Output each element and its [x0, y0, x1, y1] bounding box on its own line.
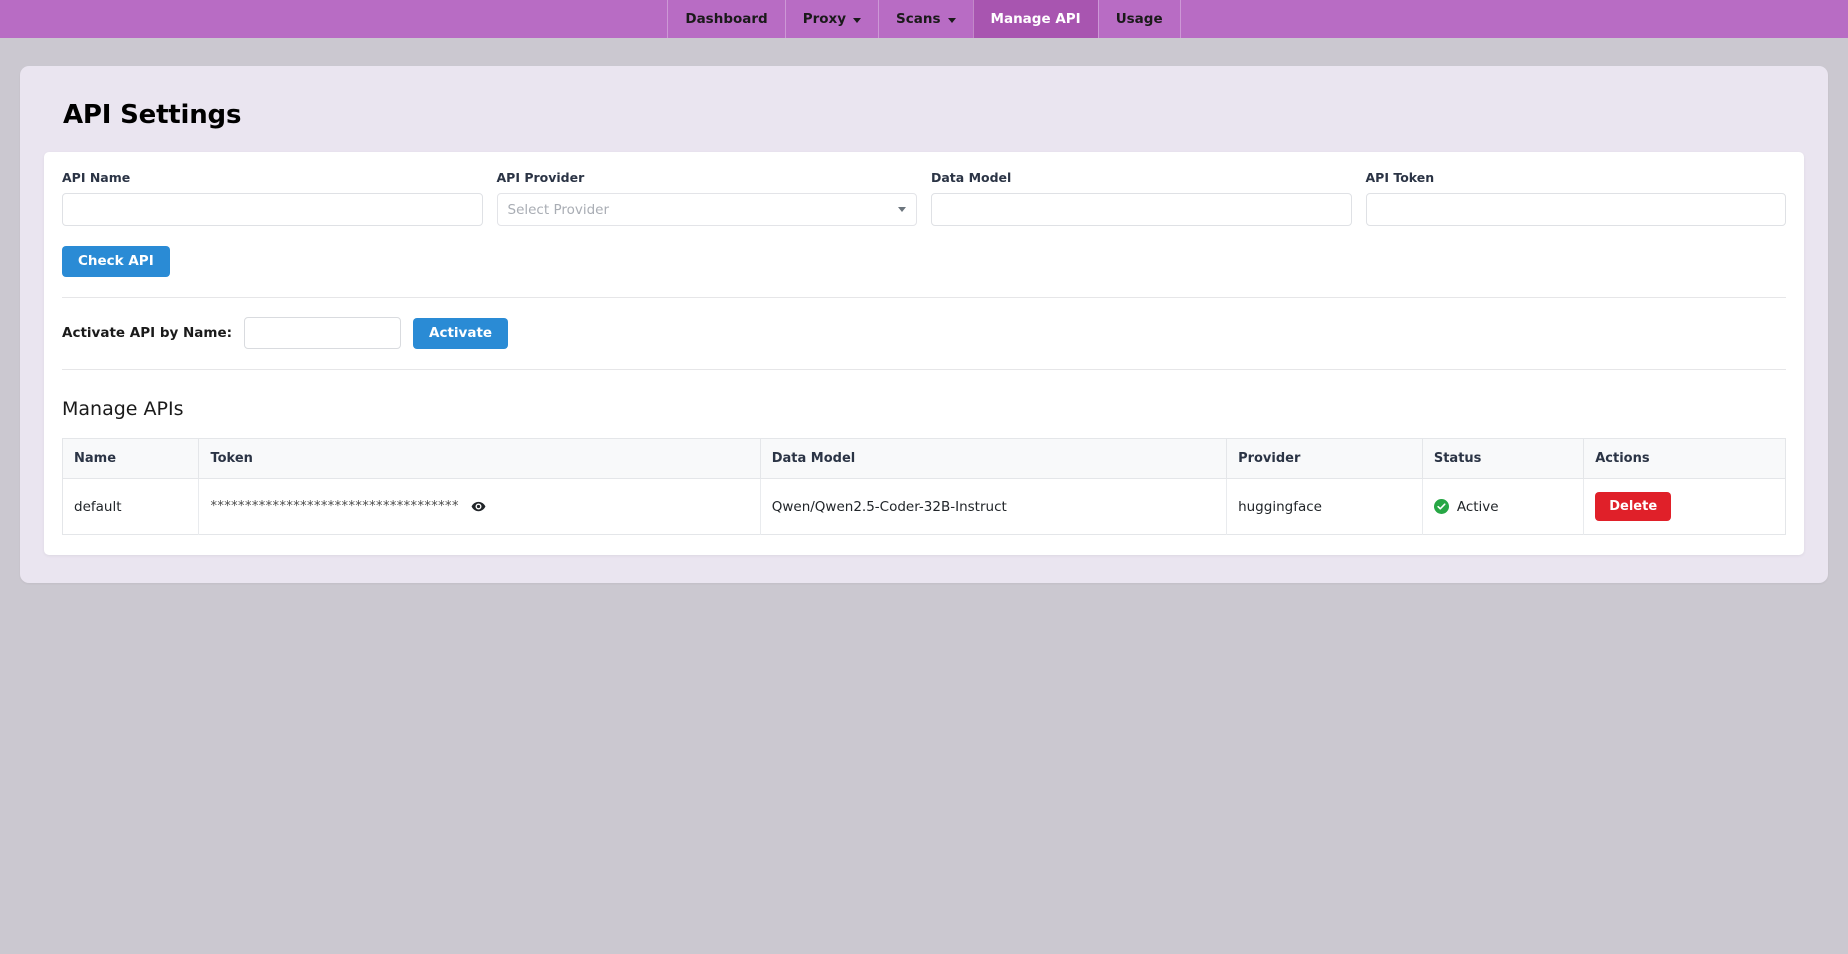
nav-label-scans: Scans	[896, 11, 941, 27]
api-provider-selected-value: Select Provider	[507, 201, 610, 218]
field-group-api-name: API Name	[62, 170, 483, 226]
label-api-provider: API Provider	[496, 170, 585, 185]
toggle-token-visibility-button[interactable]	[471, 499, 486, 514]
column-header-data-model: Data Model	[760, 438, 1228, 479]
cell-name: default	[62, 478, 200, 535]
api-settings-card: API Name API Provider Select Provider Da…	[44, 152, 1804, 555]
activate-api-name-input[interactable]	[244, 317, 402, 349]
nav-item-manage-api[interactable]: Manage API	[972, 0, 1098, 38]
main-navbar: Dashboard Proxy Scans Manage API Usage	[0, 0, 1848, 38]
column-header-token: Token	[198, 438, 761, 479]
nav-item-scans[interactable]: Scans	[878, 0, 972, 38]
check-api-row: Check API	[62, 226, 1786, 277]
cell-status: Active	[1422, 478, 1585, 535]
chevron-down-icon	[947, 17, 956, 23]
api-token-input[interactable]	[1365, 193, 1786, 226]
manage-apis-title: Manage APIs	[62, 398, 184, 420]
nav-item-usage[interactable]: Usage	[1097, 0, 1181, 38]
divider-2	[62, 369, 1786, 370]
column-header-provider: Provider	[1226, 438, 1423, 479]
field-group-api-provider: API Provider Select Provider	[496, 170, 917, 226]
chevron-down-icon	[898, 207, 906, 212]
checkmark-icon	[1437, 503, 1446, 510]
check-api-button[interactable]: Check API	[62, 246, 170, 277]
api-provider-select[interactable]: Select Provider	[496, 193, 917, 226]
table-body: default ********************************…	[62, 478, 1786, 535]
delete-button[interactable]: Delete	[1595, 492, 1672, 521]
nav-label-proxy: Proxy	[802, 11, 847, 27]
nav-item-dashboard[interactable]: Dashboard	[667, 0, 784, 38]
table-header-row: Name Token Data Model Provider Status Ac…	[62, 438, 1786, 479]
column-header-name: Name	[62, 438, 200, 479]
cell-actions: Delete	[1583, 478, 1786, 535]
page-title: API Settings	[63, 100, 242, 130]
table-row: default ********************************…	[62, 478, 1786, 535]
field-group-data-model: Data Model	[931, 170, 1352, 226]
api-form-row: API Name API Provider Select Provider Da…	[62, 170, 1786, 226]
column-header-status: Status	[1422, 438, 1585, 479]
nav-label-manage-api: Manage API	[990, 11, 1081, 27]
activate-api-label: Activate API by Name:	[62, 325, 233, 341]
label-api-token: API Token	[1365, 170, 1435, 185]
status-badge: Active	[1456, 498, 1499, 515]
cell-token: ************************************	[198, 478, 761, 535]
nav-item-proxy[interactable]: Proxy	[784, 0, 878, 38]
column-header-actions: Actions	[1583, 438, 1786, 479]
activate-api-row: Activate API by Name: Activate	[62, 298, 1786, 349]
cell-provider: huggingface	[1226, 478, 1423, 535]
eye-icon	[471, 501, 486, 512]
label-api-name: API Name	[62, 170, 131, 185]
cell-data-model: Qwen/Qwen2.5-Coder-32B-Instruct	[760, 478, 1228, 535]
field-group-api-token: API Token	[1365, 170, 1786, 226]
page-body: API Settings API Name API Provider Selec…	[0, 66, 1848, 583]
data-model-input[interactable]	[931, 193, 1352, 226]
chevron-down-icon	[853, 17, 862, 23]
api-settings-panel: API Settings API Name API Provider Selec…	[20, 66, 1828, 583]
api-name-input[interactable]	[62, 193, 483, 226]
token-masked-value: ************************************	[210, 499, 459, 514]
table-header: Name Token Data Model Provider Status Ac…	[62, 438, 1786, 479]
activate-button[interactable]: Activate	[413, 317, 509, 349]
check-circle-icon	[1433, 499, 1449, 514]
nav-label-dashboard: Dashboard	[685, 11, 768, 27]
navbar-items: Dashboard Proxy Scans Manage API Usage	[667, 0, 1181, 38]
label-data-model: Data Model	[931, 170, 1012, 185]
nav-label-usage: Usage	[1115, 11, 1163, 27]
manage-apis-table: Name Token Data Model Provider Status Ac…	[62, 438, 1786, 535]
